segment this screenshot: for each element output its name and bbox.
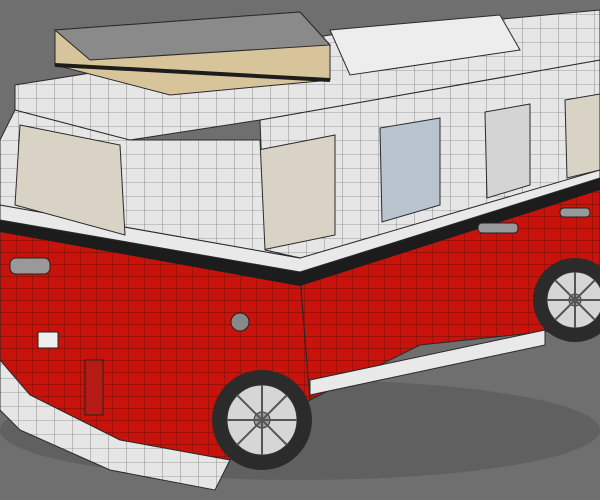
side-window-3[interactable]: [484, 103, 531, 199]
3d-viewport[interactable]: [0, 0, 600, 500]
tail-light: [84, 359, 104, 416]
front-wheel: [212, 370, 312, 470]
door-handle-side: [477, 222, 519, 234]
side-window-4[interactable]: [564, 93, 600, 179]
bus-model-render: [0, 9, 600, 491]
side-window-2[interactable]: [379, 117, 441, 223]
door-handle-front: [9, 257, 51, 275]
door-handle-rear: [559, 207, 591, 218]
license-plate: [37, 331, 59, 349]
fuel-cap: [230, 312, 250, 332]
side-window-1[interactable]: [257, 134, 336, 251]
